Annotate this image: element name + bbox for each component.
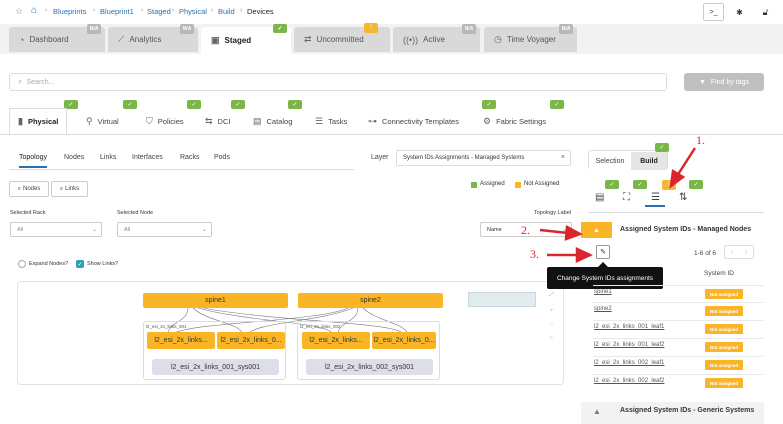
- annotation-3: 3.: [530, 247, 539, 261]
- annotation-1: 1.: [696, 133, 705, 147]
- annotation-arrows: [539, 147, 697, 263]
- annotation-2: 2.: [521, 223, 530, 237]
